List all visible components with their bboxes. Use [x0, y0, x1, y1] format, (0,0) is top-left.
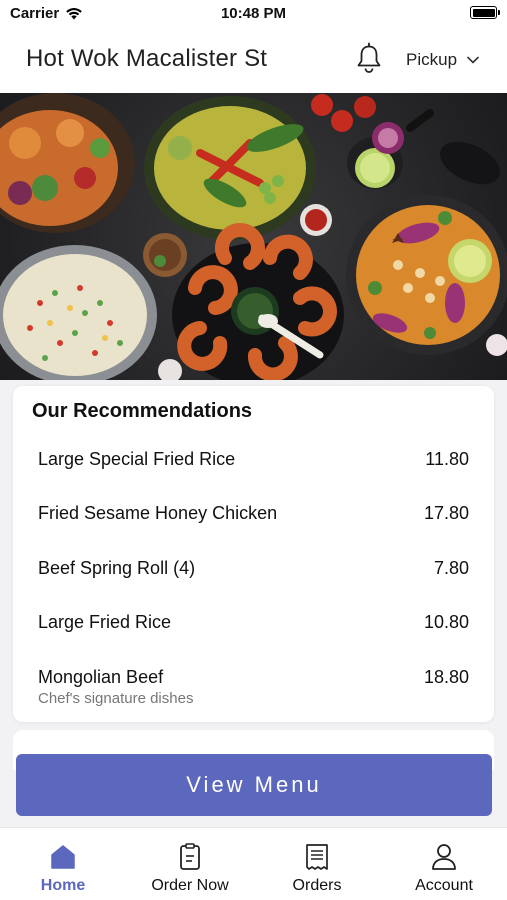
tab-account[interactable]: Account [381, 828, 507, 900]
order-mode-label: Pickup [406, 50, 458, 69]
recommendation-item[interactable]: Mongolian Beef 18.80 Chef's signature di… [38, 667, 469, 713]
item-price: 7.80 [433, 558, 469, 578]
view-menu-button[interactable]: View Menu [16, 754, 492, 816]
hero-food-image [0, 93, 507, 380]
person-icon [430, 843, 458, 871]
bell-icon[interactable] [354, 42, 384, 74]
recommendation-item[interactable]: Large Special Fried Rice 11.80 [38, 449, 469, 489]
receipt-icon [303, 843, 331, 871]
item-price: 11.80 [425, 449, 469, 469]
recommendation-item[interactable]: Beef Spring Roll (4) 7.80 [38, 558, 469, 598]
tab-order-now[interactable]: Order Now [127, 828, 253, 900]
item-name: Beef Spring Roll (4) [38, 558, 196, 578]
item-price: 17.80 [423, 503, 469, 523]
item-price: 10.80 [423, 612, 469, 632]
home-icon [49, 843, 77, 871]
order-now-icon [176, 843, 204, 871]
recommendation-item[interactable]: Large Fried Rice 10.80 [38, 612, 469, 652]
item-price: 18.80 [423, 667, 469, 687]
item-name: Large Fried Rice [38, 612, 172, 632]
recommendations-card: Our Recommendations Large Special Fried … [13, 386, 494, 722]
recommendations-title: Our Recommendations [32, 400, 253, 422]
tab-label: Order Now [151, 877, 229, 894]
header: Hot Wok Macalister St Pickup [0, 28, 507, 93]
tab-home[interactable]: Home [0, 828, 126, 900]
tab-label: Account [415, 877, 473, 894]
recommendation-item[interactable]: Fried Sesame Honey Chicken 17.80 [38, 503, 469, 543]
battery-icon [470, 6, 500, 19]
order-mode-dropdown[interactable]: Pickup [406, 50, 479, 70]
item-note: Chef's signature dishes [38, 690, 194, 707]
chevron-down-icon [467, 56, 479, 64]
tab-label: Orders [292, 877, 342, 894]
tab-label: Home [40, 877, 86, 894]
tab-bar: Home Order Now Orders Account [0, 827, 507, 900]
item-name: Mongolian Beef [38, 667, 164, 687]
status-bar: Carrier 10:48 PM [0, 0, 507, 28]
tab-orders[interactable]: Orders [254, 828, 380, 900]
item-name: Fried Sesame Honey Chicken [38, 503, 278, 523]
restaurant-title: Hot Wok Macalister St [26, 45, 268, 72]
item-name: Large Special Fried Rice [38, 449, 236, 469]
status-time: 10:48 PM [220, 5, 287, 22]
